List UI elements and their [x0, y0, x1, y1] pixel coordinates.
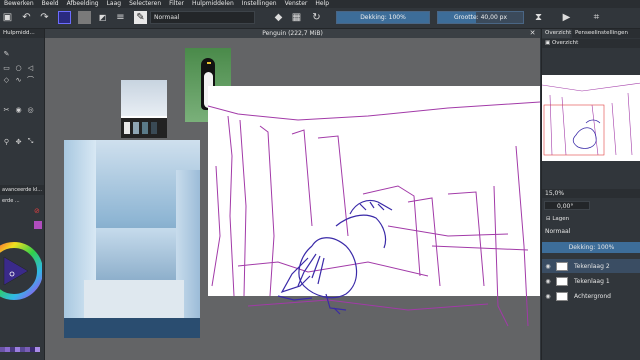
layer-row[interactable]: ◉ Tekenlaag 1 [542, 274, 640, 288]
layer-thumbnail [556, 291, 568, 301]
brush-presets-icon[interactable]: ≡ [114, 11, 127, 24]
color-wheel[interactable] [0, 241, 42, 301]
menu-selecteren[interactable]: Selecteren [125, 0, 165, 8]
reference-image-snow[interactable] [121, 80, 167, 138]
menu-laag[interactable]: Laag [103, 0, 126, 8]
brush-preset-icon[interactable]: ✎ [134, 11, 147, 24]
zoom-field[interactable]: 15,0% [542, 189, 640, 198]
layers-header: ⊟ Lagen [546, 216, 570, 222]
overview-header: ▣ Overzicht [542, 39, 640, 48]
menu-instellingen[interactable]: Instellingen [238, 0, 281, 8]
toolbox-tab[interactable]: Hulpmidd... [0, 29, 44, 38]
overview-thumbnail[interactable] [541, 75, 640, 161]
layer-name: Tekenlaag 2 [574, 262, 610, 270]
eraser-icon[interactable]: ◆ [272, 11, 285, 24]
overview-sketch [541, 82, 640, 156]
picker-tool-icon[interactable]: ◎ [26, 105, 35, 114]
blend-mode-select[interactable]: Normaal [150, 11, 255, 24]
rectangle-tool-icon[interactable]: ▭ [2, 63, 11, 72]
fill-tool-icon[interactable]: ◉ [14, 105, 23, 114]
gradient-swatch[interactable] [58, 11, 71, 24]
menu-help[interactable]: Help [311, 0, 333, 8]
crop-tool-icon[interactable]: ✂ [2, 105, 11, 114]
layer-name: Tekenlaag 1 [574, 277, 610, 285]
rotation-field[interactable]: 0,00° [544, 201, 590, 210]
canvas-viewport[interactable] [45, 38, 540, 360]
visibility-eye-icon[interactable]: ◉ [544, 262, 552, 270]
save-icon[interactable]: ▣ [1, 11, 14, 24]
pattern-swatch[interactable] [78, 11, 91, 24]
menu-filter[interactable]: Filter [165, 0, 188, 8]
path-tool-icon[interactable]: ◇ [2, 75, 11, 84]
opacity-slider[interactable]: Dekking: 100% [336, 11, 430, 24]
mirror-options-icon[interactable]: ▶ [560, 11, 573, 24]
layer-opacity-slider[interactable]: Dekking: 100% [542, 242, 640, 253]
tab-overview[interactable]: Overzicht [542, 29, 571, 38]
menu-afbeelding[interactable]: Afbeelding [63, 0, 103, 8]
brush-tool-icon[interactable]: ✎ [2, 49, 11, 58]
layers-title: Lagen [552, 216, 570, 222]
menu-beeld[interactable]: Beeld [38, 0, 63, 8]
reload-preset-icon[interactable]: ↻ [310, 11, 323, 24]
layer-name: Achtergrond [574, 292, 611, 300]
menubar: Bewerken Beeld Afbeelding Laag Selectere… [0, 0, 640, 8]
close-document-icon[interactable]: ✕ [528, 29, 537, 38]
layer-blend-mode[interactable]: Normaal [542, 227, 640, 237]
pan-tool-icon[interactable]: ✥ [14, 137, 23, 146]
freehand-path-icon[interactable]: ∿ [14, 75, 23, 84]
brush-preset-label: erde ... [2, 198, 20, 204]
advanced-color-tab[interactable]: avanceerde kl... [0, 185, 44, 195]
opacity-label: Dekking: 100% [360, 14, 406, 21]
layer-thumbnail [556, 261, 568, 271]
menu-bewerken[interactable]: Bewerken [0, 0, 38, 8]
close-icon[interactable]: ⊘ [34, 207, 42, 215]
transform-tool-icon[interactable]: ⤡ [26, 137, 35, 146]
toolbox-panel: Hulpmidd... ✎ ▭ ○ ◁ ◇ ∿ ⌒ ✂ ◉ ◎ ⚲ ✥ ⤡ av… [0, 29, 45, 360]
sketch-strokes [208, 101, 540, 327]
redo-icon[interactable]: ↷ [38, 11, 51, 24]
overview-title: Overzicht [551, 40, 579, 46]
tab-brush-settings[interactable]: Penseelinstellingen [572, 29, 640, 38]
undo-icon[interactable]: ↶ [20, 11, 33, 24]
alpha-lock-icon[interactable]: ▦ [290, 11, 303, 24]
docker-panel: Overzicht Penseelinstellingen ▣ Overzich… [541, 29, 640, 360]
zoom-tool-icon[interactable]: ⚲ [2, 137, 11, 146]
layer-thumbnail [556, 276, 568, 286]
polyline-tool-icon[interactable]: ⌒ [26, 75, 35, 84]
palette-swatches[interactable] [0, 347, 44, 359]
visibility-eye-icon[interactable]: ◉ [544, 277, 552, 285]
reference-image-glacier[interactable] [64, 140, 200, 338]
wrap-around-icon[interactable]: ⌗ [590, 11, 603, 24]
menu-hulpmiddelen[interactable]: Hulpmiddelen [188, 0, 238, 8]
size-slider[interactable]: Grootte: 40,00 px [437, 11, 524, 24]
polygon-tool-icon[interactable]: ◁ [26, 63, 35, 72]
toolbar: ▣ ↶ ↷ ◩ ≡ ✎ Normaal ◆ ▦ ↻ Dekking: 100% … [0, 8, 640, 29]
ellipse-tool-icon[interactable]: ○ [14, 63, 23, 72]
color-swatch-purple[interactable] [34, 221, 42, 229]
fg-bg-color-icon[interactable]: ◩ [96, 11, 109, 24]
layer-row[interactable]: ◉ Achtergrond [542, 289, 640, 303]
mirror-horizontal-icon[interactable]: ⧗ [532, 11, 545, 24]
size-label: Grootte: 40,00 px [453, 14, 508, 21]
visibility-eye-icon[interactable]: ◉ [544, 292, 552, 300]
layer-row[interactable]: ◉ Tekenlaag 2 [542, 259, 640, 273]
menu-venster[interactable]: Venster [281, 0, 312, 8]
